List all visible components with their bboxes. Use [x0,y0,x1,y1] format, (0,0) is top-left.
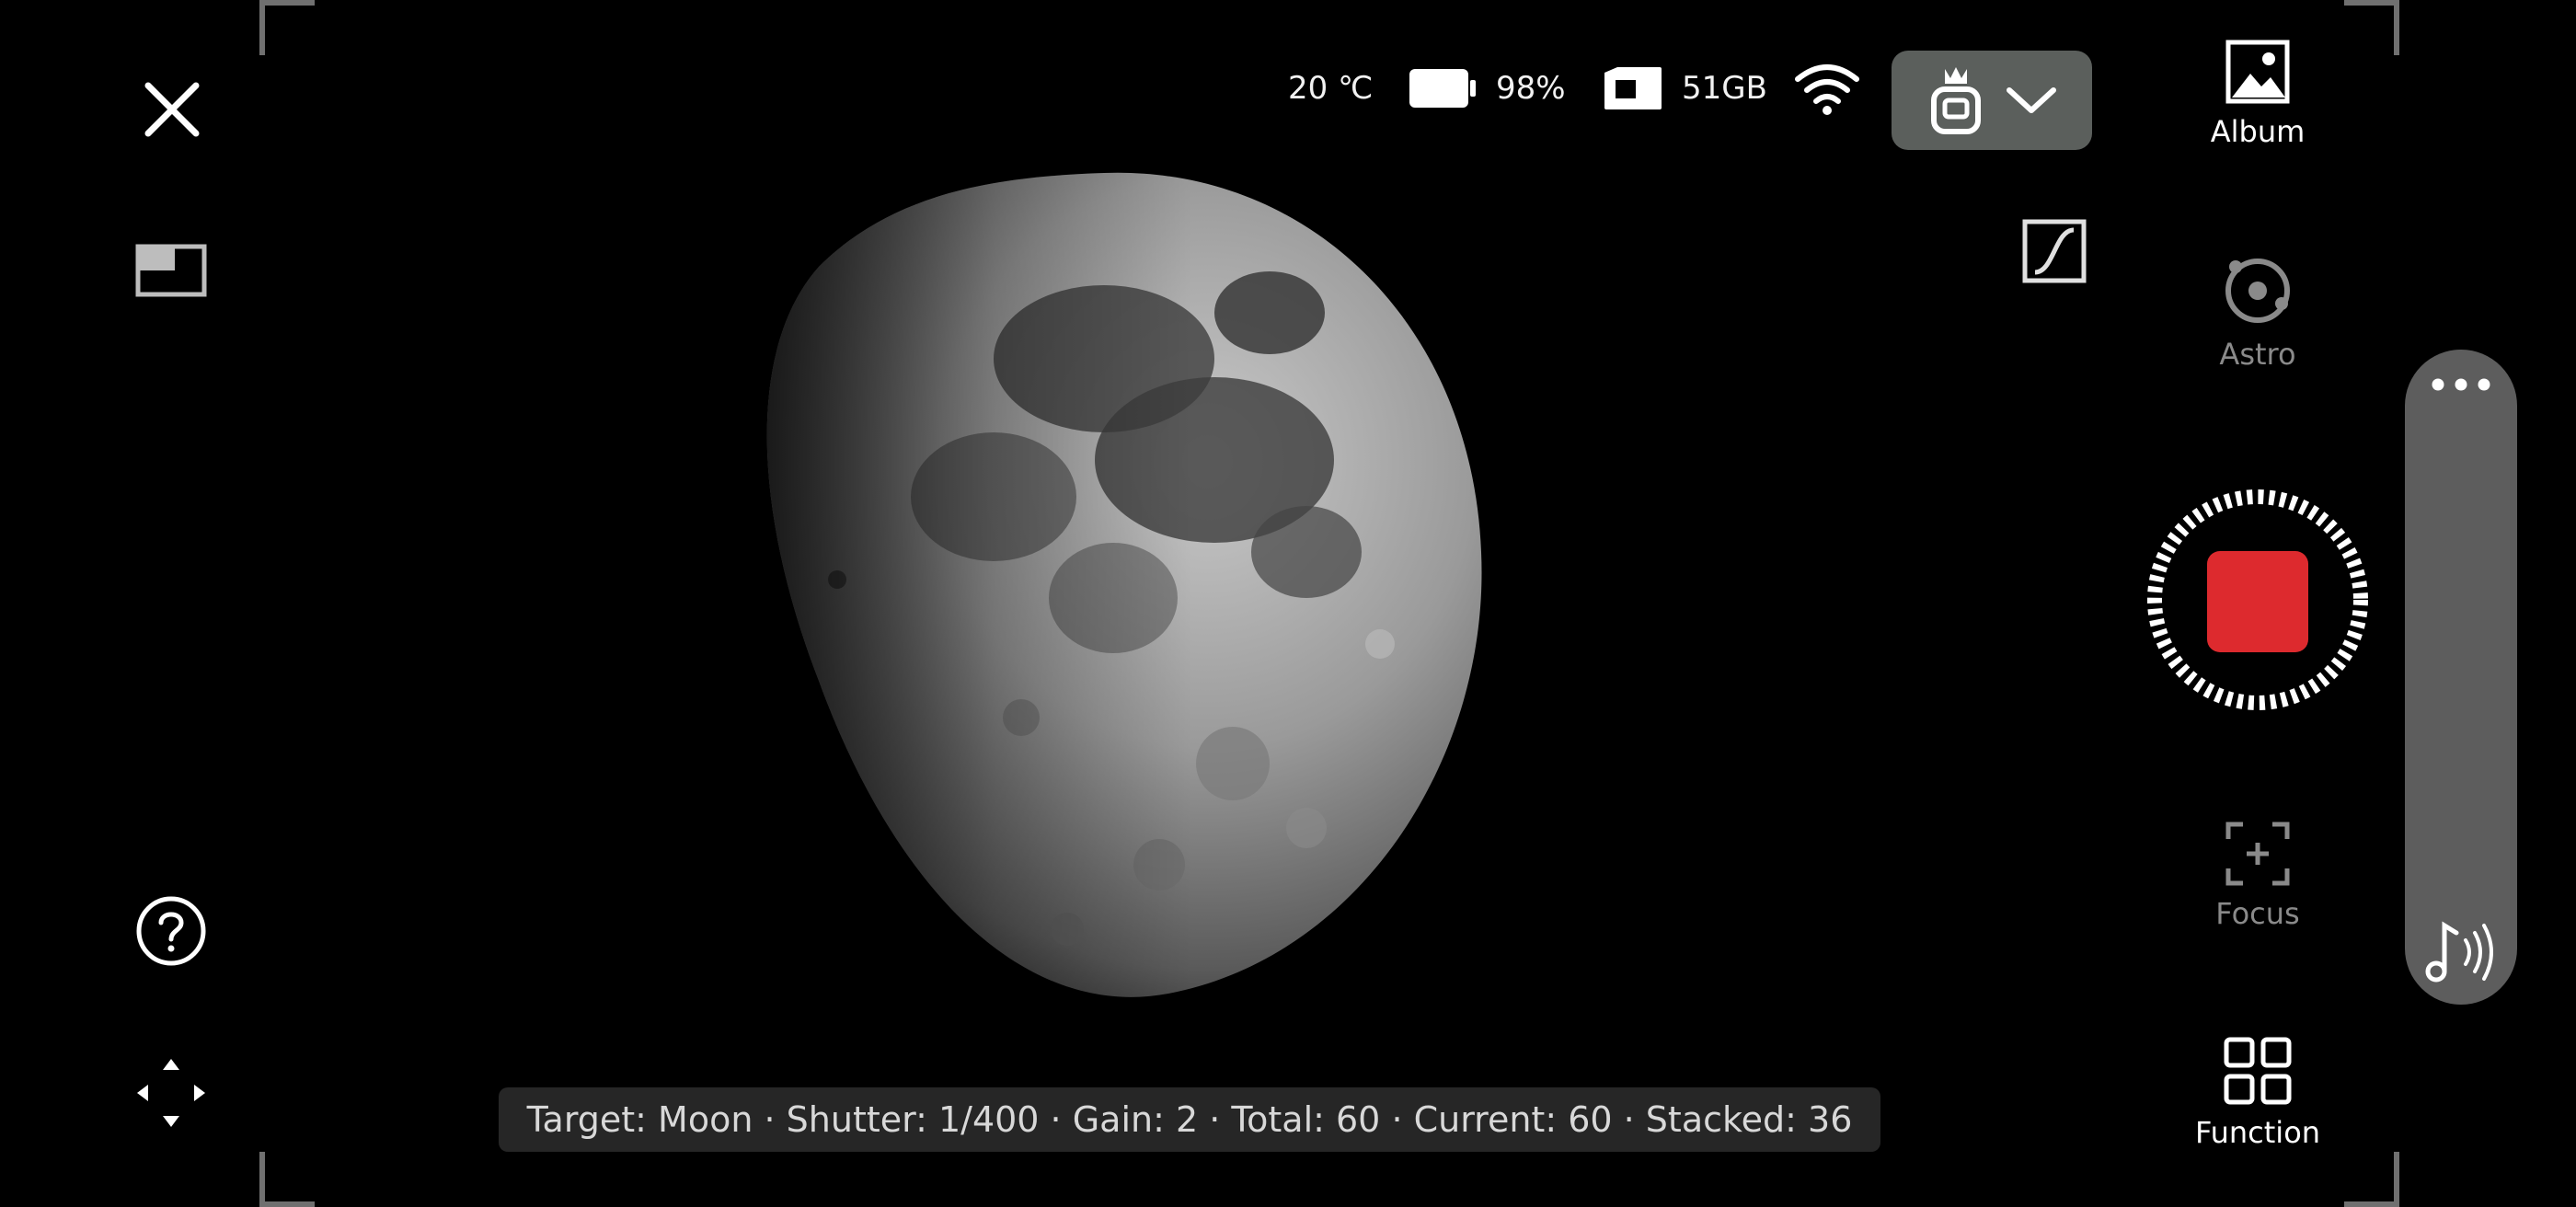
sd-card-icon [1604,67,1662,109]
battery-status: 98% [1408,55,1566,121]
status-bar: 20 ℃ [1288,55,1373,121]
curve-icon [2022,219,2087,283]
album-label: Album [2210,114,2306,149]
astro-icon [2225,259,2290,323]
wifi-icon [1795,64,1859,115]
function-label: Function [2194,1115,2321,1150]
storage-status: 51GB [1603,55,1767,121]
astro-label: Astro [2219,337,2296,372]
album-icon [2225,40,2290,104]
function-button[interactable]: Function [2156,1036,2359,1150]
sound-icon [2425,921,2493,983]
curve-adjust-button[interactable] [2022,219,2087,283]
focus-label: Focus [2215,896,2300,931]
focus-icon [2225,822,2290,886]
function-grid-icon [2224,1037,2292,1105]
move-arrows-icon [137,1059,205,1127]
viewfinder-corner-bottom-right [2344,1152,2399,1207]
battery-level: 98% [1496,70,1566,107]
wifi-status [1794,61,1860,120]
telescope-device-icon [1931,67,1981,134]
more-icon [2432,378,2490,391]
close-icon [144,82,200,137]
live-view-moon-image [718,166,1509,1012]
astro-button[interactable]: Astro [2156,254,2359,372]
help-icon [136,896,206,966]
help-button[interactable] [134,894,208,968]
battery-icon [1409,69,1476,108]
viewfinder-corner-bottom-left [259,1152,315,1207]
picture-in-picture-button[interactable] [134,243,208,298]
focus-button[interactable]: Focus [2156,821,2359,931]
capture-info-bar: Target: Moon · Shutter: 1/400 · Gain: 2 … [499,1087,1880,1152]
temperature-readout: 20 ℃ [1288,70,1374,107]
storage-free: 51GB [1682,70,1767,107]
close-button[interactable] [138,75,206,144]
move-control-button[interactable] [134,1056,208,1130]
chevron-down-icon [2007,87,2056,113]
capture-info-text: Target: Moon · Shutter: 1/400 · Gain: 2 … [526,1099,1853,1140]
album-button[interactable]: Album [2156,39,2359,149]
control-panel-track[interactable] [2405,350,2517,1005]
device-selector-button[interactable] [1892,51,2092,150]
picture-in-picture-icon [135,244,207,297]
stop-recording-button[interactable] [2207,551,2308,652]
viewfinder-corner-top-left [259,0,315,55]
